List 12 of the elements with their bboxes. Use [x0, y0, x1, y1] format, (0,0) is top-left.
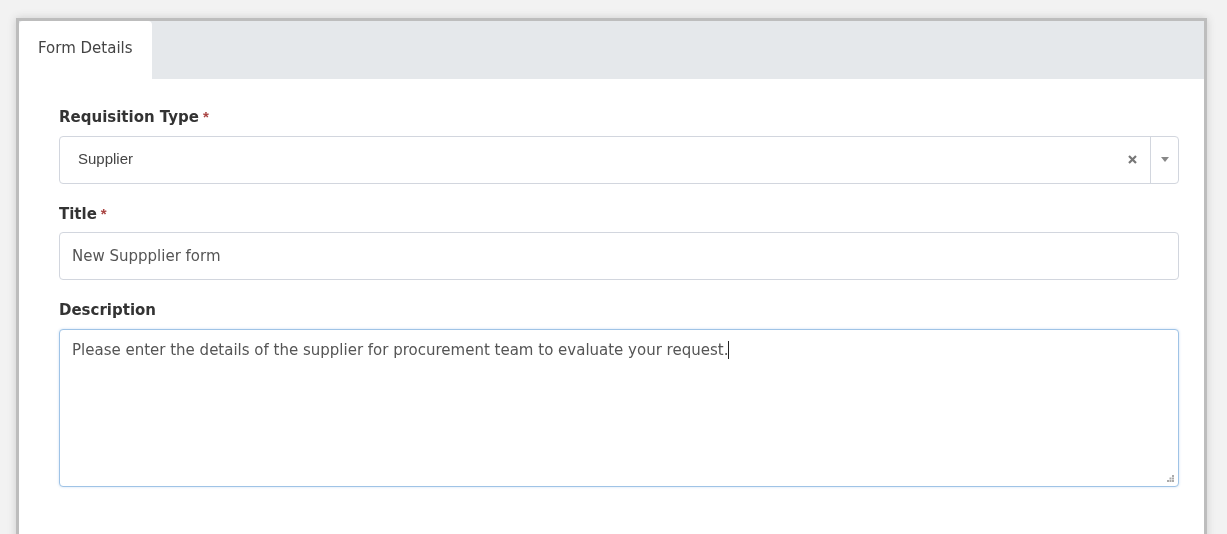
field-label: Requisition Type [59, 107, 199, 128]
select-field[interactable]: Supplier [59, 135, 1179, 184]
text-area[interactable]: Please enter the details of the supplier for procurement team to evaluate your request. [59, 328, 1179, 487]
field-label: Description [59, 300, 157, 321]
required-marker: * [100, 203, 107, 224]
required-marker: * [203, 107, 209, 127]
resize-handle-icon[interactable] [1167, 474, 1174, 482]
caret-icon[interactable] [1160, 157, 1169, 162]
clear-icon[interactable] [1128, 155, 1137, 164]
tab[interactable]: Form Details [19, 21, 152, 79]
field-label: Title [59, 203, 97, 225]
text-field[interactable]: New Suppplier form [59, 232, 1179, 280]
